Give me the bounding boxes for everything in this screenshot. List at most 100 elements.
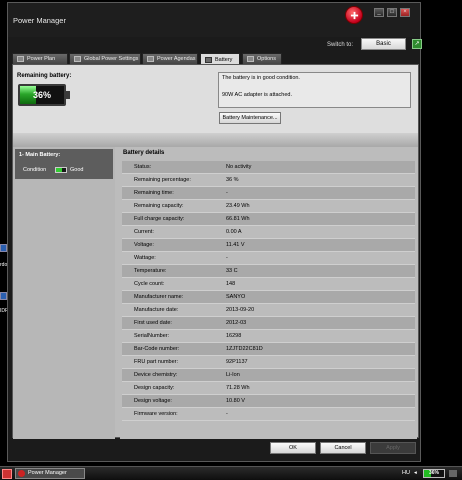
- maximize-button[interactable]: □: [387, 8, 397, 17]
- desktop-icon[interactable]: [0, 292, 7, 300]
- detail-row: Manufacture date: 2013-09-20: [122, 304, 415, 317]
- detail-value: SANYO: [226, 294, 246, 300]
- battery-summary: Remaining battery: 36% The battery is in…: [13, 65, 418, 133]
- detail-value: 10.80 V: [226, 398, 245, 404]
- battery-details: Battery details Status: No activity Remain…: [120, 147, 417, 439]
- start-button[interactable]: [2, 469, 12, 479]
- tab-label: Battery: [215, 56, 233, 63]
- tray-battery-icon[interactable]: 36%: [423, 469, 445, 478]
- detail-value: 1ZJTD22C81D: [226, 346, 263, 352]
- detail-value: 66.81 Wh: [226, 216, 250, 222]
- detail-row: SerialNumber: 16298: [122, 330, 415, 343]
- power-manager-window: Power Manager _ □ × Switch to: Basic ↗ P…: [7, 2, 422, 462]
- tab-global-power-settings[interactable]: Global Power Settings: [69, 53, 141, 64]
- detail-label: Voltage:: [134, 242, 154, 248]
- tab-label: Global Power Settings: [84, 56, 139, 62]
- detail-row: Current: 0.00 A: [122, 226, 415, 239]
- cancel-button[interactable]: Cancel: [320, 442, 366, 454]
- battery-maintenance-button[interactable]: Battery Maintenance...: [219, 112, 281, 124]
- power-manager-icon: [18, 470, 25, 477]
- detail-value: -: [226, 411, 228, 417]
- detail-label: Current:: [134, 229, 154, 235]
- taskbar-app-label: Power Manager: [28, 470, 67, 476]
- detail-label: Full charge capacity:: [134, 216, 185, 222]
- section-divider: [13, 133, 418, 147]
- detail-value: 92P1137: [226, 359, 248, 365]
- calendar-icon: [147, 56, 154, 62]
- detail-label: Wattage:: [134, 255, 156, 261]
- detail-row: Voltage: 11.41 V: [122, 239, 415, 252]
- detail-row: Design voltage: 10.80 V: [122, 395, 415, 408]
- condition-battery-icon: [55, 167, 67, 173]
- battery-details-table: Status: No activity Remaining percentage: 3…: [122, 161, 415, 421]
- detail-row: Remaining percentage: 36 %: [122, 174, 415, 187]
- title-bar[interactable]: Power Manager _ □ ×: [8, 3, 420, 37]
- battery-condition-message: The battery is in good condition.: [222, 75, 300, 81]
- main-battery-item[interactable]: 1- Main Battery: Condition Good: [15, 149, 113, 179]
- taskbar: Power Manager HU ◂ 36%: [0, 466, 462, 480]
- switch-to-basic-button[interactable]: Basic: [361, 38, 406, 50]
- detail-label: Manufacture date:: [134, 307, 179, 313]
- tab-power-agendas[interactable]: Power Agendas: [142, 53, 198, 64]
- detail-label: Design voltage:: [134, 398, 172, 404]
- tab-power-plan[interactable]: Power Plan: [12, 53, 68, 64]
- detail-value: 0.00 A: [226, 229, 242, 235]
- detail-value: 23.49 Wh: [226, 203, 250, 209]
- detail-row: Bar-Code number: 1ZJTD22C81D: [122, 343, 415, 356]
- detail-value: 11.41 V: [226, 242, 245, 248]
- detail-label: First used date:: [134, 320, 172, 326]
- tray-icon[interactable]: [449, 470, 457, 477]
- gear-icon: [74, 56, 81, 62]
- plug-icon: [17, 56, 24, 62]
- tab-label: Power Plan: [27, 56, 56, 62]
- detail-row: Cycle count: 148: [122, 278, 415, 291]
- detail-label: Device chemistry:: [134, 372, 178, 378]
- detail-value: -: [226, 255, 228, 261]
- detail-row: Manufacturer name: SANYO: [122, 291, 415, 304]
- taskbar-power-manager[interactable]: Power Manager: [15, 468, 85, 479]
- minimize-button[interactable]: _: [374, 8, 384, 17]
- detail-value: 71.28 Wh: [226, 385, 250, 391]
- detail-row: Remaining time: -: [122, 187, 415, 200]
- detail-label: Firmware version:: [134, 411, 178, 417]
- detail-row: FRU part number: 92P1137: [122, 356, 415, 369]
- battery-panel: Remaining battery: 36% The battery is in…: [12, 64, 419, 439]
- tab-options[interactable]: Options: [242, 53, 282, 64]
- detail-label: Bar-Code number:: [134, 346, 180, 352]
- remaining-battery-label: Remaining battery:: [17, 73, 72, 79]
- detail-label: Temperature:: [134, 268, 167, 274]
- close-button[interactable]: ×: [400, 8, 410, 17]
- condition-label: Condition: [23, 167, 47, 173]
- main-battery-title: 1- Main Battery:: [19, 152, 61, 158]
- detail-row: Full charge capacity: 66.81 Wh: [122, 213, 415, 226]
- detail-label: Cycle count:: [134, 281, 165, 287]
- battery-terminal: [66, 91, 70, 99]
- detail-label: Manufacturer name:: [134, 294, 184, 300]
- options-icon: [247, 56, 254, 62]
- tab-label: Power Agendas: [157, 56, 196, 62]
- detail-value: No activity: [226, 164, 252, 170]
- ok-button[interactable]: OK: [270, 442, 316, 454]
- detail-value: 16298: [226, 333, 242, 339]
- detail-row: Remaining capacity: 23.49 Wh: [122, 200, 415, 213]
- adapter-message: 90W AC adapter is attached.: [222, 92, 293, 98]
- tray-expand-icon[interactable]: ◂: [414, 470, 417, 476]
- window-title: Power Manager: [13, 16, 66, 25]
- battery-list: 1- Main Battery: Condition Good: [13, 147, 115, 439]
- switch-mode-icon[interactable]: ↗: [412, 39, 422, 49]
- detail-label: Remaining time:: [134, 190, 174, 196]
- detail-row: First used date: 2012-03: [122, 317, 415, 330]
- detail-row: Temperature: 33 C: [122, 265, 415, 278]
- switch-to-label: Switch to:: [327, 42, 354, 48]
- detail-value: 2012-03: [226, 320, 247, 326]
- battery-status-box: The battery is in good condition. 90W AC…: [218, 72, 411, 108]
- desktop-icon[interactable]: [0, 244, 7, 252]
- detail-value: 148: [226, 281, 236, 287]
- power-manager-badge-icon: [345, 6, 363, 24]
- detail-label: Remaining percentage:: [134, 177, 191, 183]
- detail-value: 33 C: [226, 268, 238, 274]
- apply-button[interactable]: Apply: [370, 442, 416, 454]
- language-indicator[interactable]: HU: [402, 470, 410, 476]
- detail-row: Status: No activity: [122, 161, 415, 174]
- battery-details-title: Battery details: [123, 150, 165, 156]
